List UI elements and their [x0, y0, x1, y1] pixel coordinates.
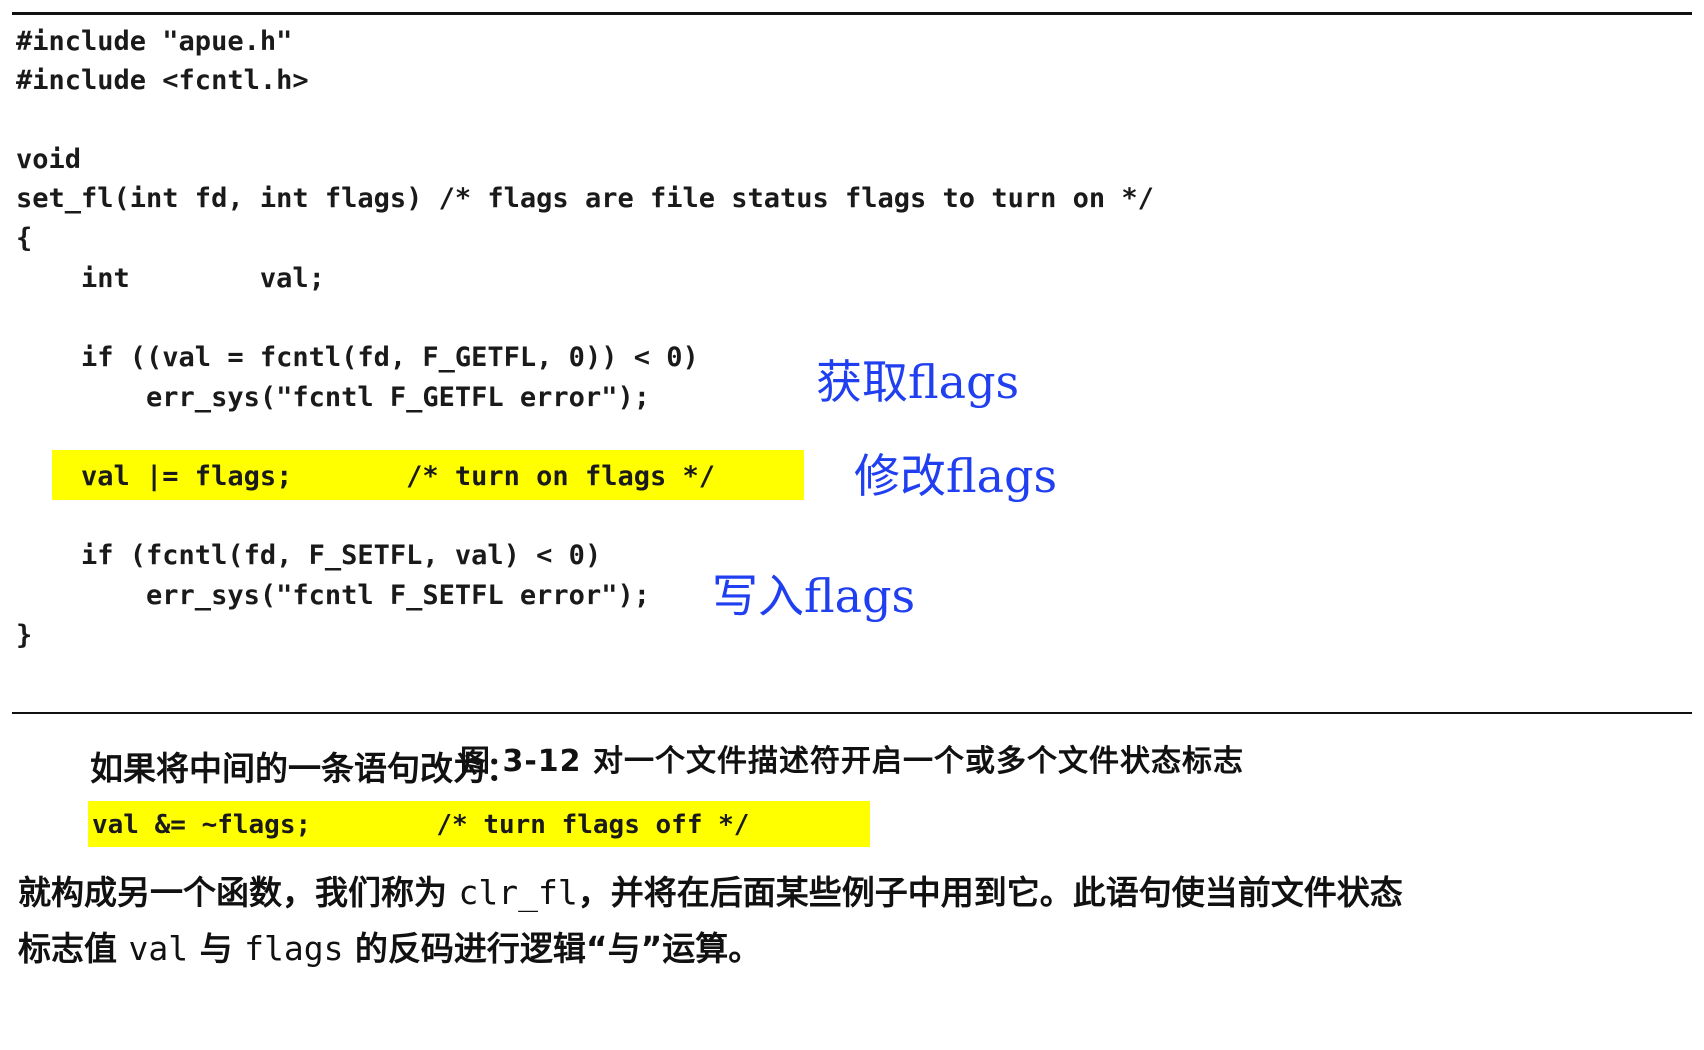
annotation-get-flags: 获取flags — [816, 355, 1020, 409]
body-text: ，并将在后面某些例子中用到它。此语句使当前文件状态 — [577, 873, 1403, 912]
annotation-write-flags: 写入flags — [712, 569, 916, 623]
code-line: void — [16, 144, 82, 175]
body-text: 与 — [188, 929, 245, 968]
annotation-modify-flags: 修改flags — [854, 449, 1058, 503]
code-line: #include <fcntl.h> — [16, 65, 309, 96]
code-line: if (fcntl(fd, F_SETFL, val) < 0) — [16, 540, 602, 571]
code-line: #include "apue.h" — [16, 26, 293, 57]
code-line: set_fl(int fd, int flags) /* flags are f… — [16, 183, 1154, 214]
code-line: { — [16, 223, 33, 254]
body-text: 的反码进行逻辑“与”运算。 — [343, 929, 762, 968]
body-text: 就构成另一个函数，我们称为 — [18, 873, 459, 912]
body-line-1: 就构成另一个函数，我们称为 clr_fl，并将在后面某些例子中用到它。此语句使当… — [18, 866, 1403, 914]
inline-code-clr-fl: clr_fl — [458, 873, 578, 912]
body-text: 标志值 — [18, 929, 129, 968]
inline-code-val: val — [128, 929, 189, 968]
code-line: } — [16, 620, 33, 651]
code-line: err_sys("fcntl F_SETFL error"); — [16, 580, 650, 611]
body-line-2: 标志值 val 与 flags 的反码进行逻辑“与”运算。 — [18, 922, 761, 970]
code-line: err_sys("fcntl F_GETFL error"); — [16, 382, 650, 413]
code-line: val |= flags; /* turn on flags */ — [16, 461, 715, 492]
intro-text: 如果将中间的一条语句改为： — [90, 749, 519, 788]
code-line: if ((val = fcntl(fd, F_GETFL, 0)) < 0) — [16, 342, 699, 373]
alt-statement-code: val &= ~flags; /* turn flags off */ — [92, 810, 750, 840]
inline-code-flags: flags — [244, 929, 344, 968]
code-line: int val; — [16, 263, 325, 294]
bottom-rule — [12, 712, 1692, 714]
